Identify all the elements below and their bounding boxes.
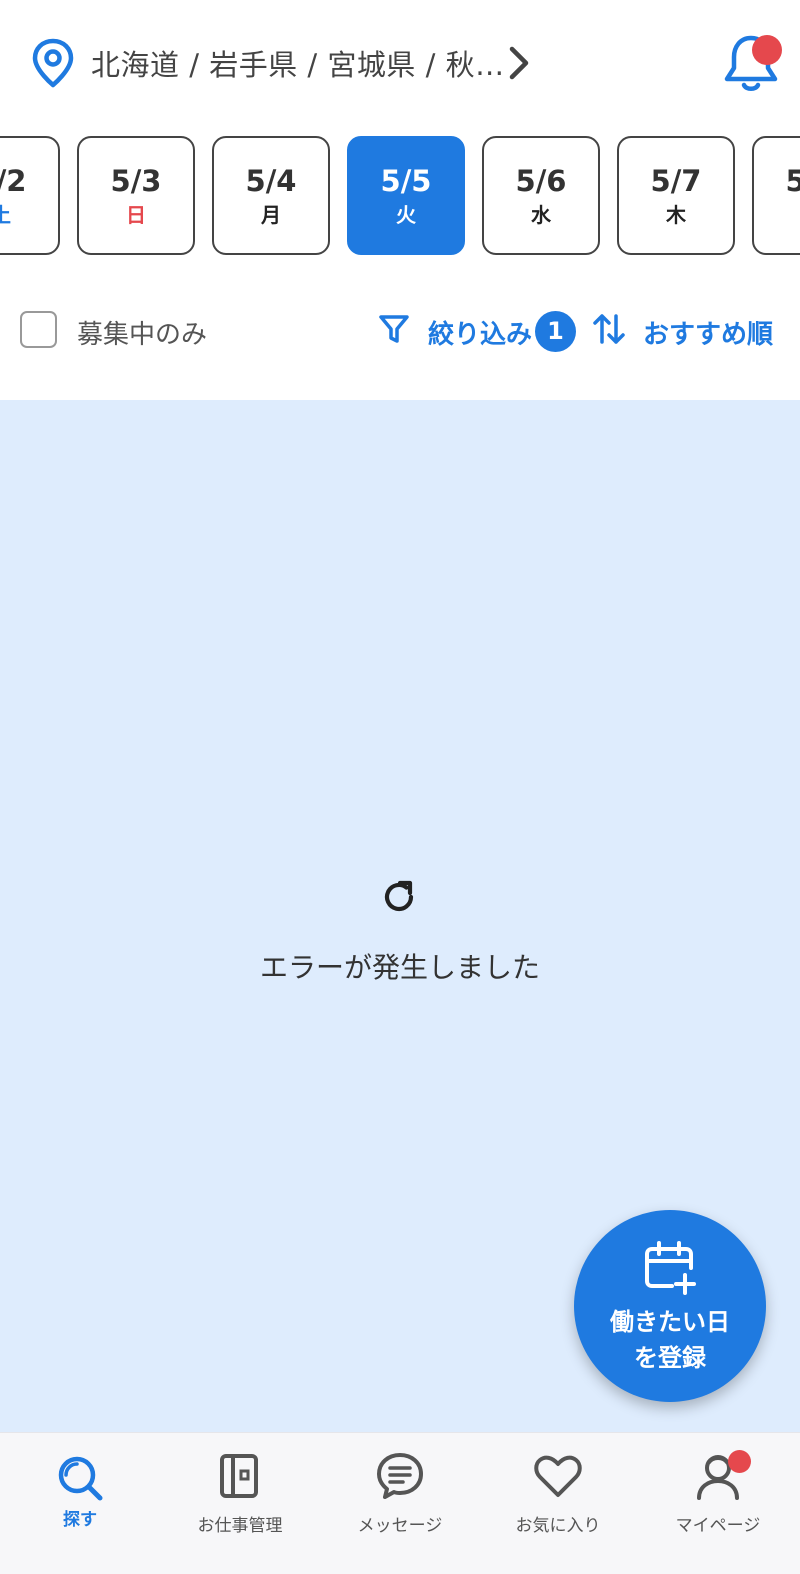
nav-item-job-management[interactable]: お仕事管理 — [160, 1433, 320, 1574]
date-card-weekday: 月 — [261, 203, 281, 227]
date-card-weekday: 木 — [666, 203, 686, 227]
date-strip: 5/2 土 5/3 日 5/4 月 5/5 火 5/6 水 5/7 木 5/8 … — [0, 136, 800, 256]
notebook-icon — [220, 1454, 258, 1498]
date-card-weekday: 土 — [0, 203, 11, 227]
date-card-date: 5/2 — [0, 164, 27, 198]
date-card-date: 5/7 — [650, 164, 702, 198]
date-card[interactable]: 5/6 水 — [482, 136, 600, 255]
nav-item-mypage[interactable]: マイページ — [638, 1433, 798, 1574]
nav-item-search[interactable]: 探す — [0, 1433, 160, 1574]
date-card-date: 5/5 — [380, 164, 432, 198]
nav-item-messages[interactable]: メッセージ — [320, 1433, 480, 1574]
nav-label: メッセージ — [357, 1516, 443, 1536]
register-workday-button[interactable]: 働きたい日 を登録 — [574, 1210, 766, 1402]
date-card-date: 5/3 — [110, 164, 162, 198]
nav-label: お仕事管理 — [197, 1516, 283, 1536]
date-card-weekday: 日 — [126, 203, 146, 227]
date-card-date: 5/8 — [785, 164, 800, 198]
date-card[interactable]: 5/7 木 — [617, 136, 735, 255]
recruiting-only-checkbox[interactable] — [20, 311, 57, 348]
recruiting-only-label[interactable]: 募集中のみ — [77, 314, 207, 351]
mypage-notification-badge — [728, 1450, 751, 1473]
header: 北海道 / 岩手県 / 宮城県 / 秋… — [0, 0, 800, 130]
calendar-plus-icon — [645, 1241, 696, 1295]
nav-label: お気に入り — [515, 1516, 601, 1536]
chat-icon — [377, 1453, 423, 1499]
chevron-right-icon[interactable] — [502, 42, 534, 84]
date-card-weekday: 金 — [754, 202, 800, 228]
location-selector[interactable]: 北海道 / 岩手県 / 宮城県 / 秋… — [91, 42, 505, 84]
sort-button[interactable]: おすすめ順 — [643, 314, 773, 351]
reload-icon[interactable] — [379, 877, 419, 917]
date-card[interactable]: 5/2 土 — [0, 136, 60, 255]
filter-row: 募集中のみ 絞り込み 1 おすすめ順 — [0, 300, 800, 362]
notification-badge — [752, 35, 782, 65]
date-card-date: 5/6 — [515, 164, 567, 198]
date-card-selected[interactable]: 5/5 火 — [347, 136, 465, 255]
date-card-date: 5/4 — [245, 164, 297, 198]
search-icon — [58, 1456, 103, 1501]
date-card[interactable]: 5/3 日 — [77, 136, 195, 255]
bottom-navigation: 探す お仕事管理 メッセージ お気に入り マイページ — [0, 1432, 800, 1574]
date-card-weekday: 水 — [531, 203, 551, 227]
date-card-weekday: 火 — [396, 203, 416, 227]
date-card[interactable]: 5/4 月 — [212, 136, 330, 255]
filter-button[interactable]: 絞り込み — [428, 314, 532, 351]
nav-label: 探す — [63, 1510, 97, 1530]
nav-item-favorites[interactable]: お気に入り — [478, 1433, 638, 1574]
heart-icon — [534, 1455, 582, 1497]
map-pin-icon — [32, 38, 74, 88]
register-workday-label: 働きたい日 を登録 — [610, 1308, 730, 1372]
sort-icon[interactable] — [592, 312, 626, 346]
filter-icon[interactable] — [378, 313, 410, 345]
nav-label: マイページ — [675, 1516, 761, 1536]
filter-count-badge: 1 — [535, 311, 576, 352]
date-card[interactable]: 5/8 金 — [752, 136, 800, 255]
error-message: エラーが発生しました — [259, 951, 540, 984]
